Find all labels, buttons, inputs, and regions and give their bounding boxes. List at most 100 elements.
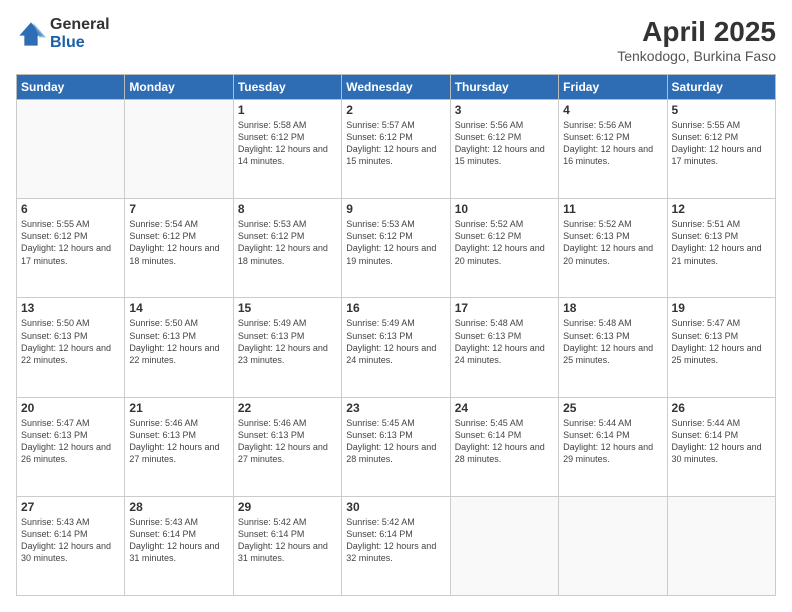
calendar-header: Sunday Monday Tuesday Wednesday Thursday… — [17, 75, 776, 100]
title-block: April 2025 Tenkodogo, Burkina Faso — [617, 16, 776, 64]
day-number: 30 — [346, 500, 445, 514]
calendar-cell: 1 Sunrise: 5:58 AM Sunset: 6:12 PM Daylig… — [233, 100, 341, 199]
day-number: 10 — [455, 202, 554, 216]
week-row-4: 27Sunrise: 5:43 AM Sunset: 6:14 PM Dayli… — [17, 496, 776, 595]
day-info: Sunrise: 5:52 AM Sunset: 6:13 PM Dayligh… — [563, 218, 662, 267]
day-info: Sunrise: 5:42 AM Sunset: 6:14 PM Dayligh… — [238, 516, 337, 565]
calendar-cell: 13 Sunrise: 5:50 AM Sunset: 6:13 PM Dayli… — [17, 298, 125, 397]
calendar-cell: 17 Sunrise: 5:48 AM Sunset: 6:13 PM Dayli… — [450, 298, 558, 397]
calendar-cell: 20 Sunrise: 5:47 AM Sunset: 6:13 PM Dayli… — [17, 397, 125, 496]
calendar-cell: 6 Sunrise: 5:55 AM Sunset: 6:12 PM Daylig… — [17, 199, 125, 298]
header-row: Sunday Monday Tuesday Wednesday Thursday… — [17, 75, 776, 100]
day-number: 29 — [238, 500, 337, 514]
day-number: 21 — [129, 401, 228, 415]
day-number: 26 — [672, 401, 771, 415]
day-info: Sunrise: 5:54 AM Sunset: 6:12 PM Dayligh… — [129, 218, 228, 267]
day-number: 15 — [238, 301, 337, 315]
week-row-1: 6 Sunrise: 5:55 AM Sunset: 6:12 PM Daylig… — [17, 199, 776, 298]
day-info: Sunrise: 5:45 AM Sunset: 6:14 PM Dayligh… — [455, 417, 554, 466]
day-number: 9 — [346, 202, 445, 216]
day-info: Sunrise: 5:49 AM Sunset: 6:13 PM Dayligh… — [238, 317, 337, 366]
logo-text: General Blue — [50, 16, 110, 51]
calendar-cell: 16Sunrise: 5:49 AM Sunset: 6:13 PM Dayli… — [342, 298, 450, 397]
header-wednesday: Wednesday — [342, 75, 450, 100]
day-info: Sunrise: 5:56 AM Sunset: 6:12 PM Dayligh… — [455, 119, 554, 168]
day-info: Sunrise: 5:58 AM Sunset: 6:12 PM Dayligh… — [238, 119, 337, 168]
calendar-cell: 15 Sunrise: 5:49 AM Sunset: 6:13 PM Dayli… — [233, 298, 341, 397]
calendar-cell: 2Sunrise: 5:57 AM Sunset: 6:12 PM Daylig… — [342, 100, 450, 199]
calendar-cell: 27Sunrise: 5:43 AM Sunset: 6:14 PM Dayli… — [17, 496, 125, 595]
day-number: 20 — [21, 401, 120, 415]
day-number: 23 — [346, 401, 445, 415]
day-info: Sunrise: 5:55 AM Sunset: 6:12 PM Dayligh… — [21, 218, 120, 267]
day-number: 13 — [21, 301, 120, 315]
header-tuesday: Tuesday — [233, 75, 341, 100]
day-number: 2 — [346, 103, 445, 117]
calendar-cell: 23 Sunrise: 5:45 AM Sunset: 6:13 PM Dayli… — [342, 397, 450, 496]
day-number: 19 — [672, 301, 771, 315]
day-info: Sunrise: 5:44 AM Sunset: 6:14 PM Dayligh… — [563, 417, 662, 466]
header-friday: Friday — [559, 75, 667, 100]
day-number: 14 — [129, 301, 228, 315]
calendar-cell: 19Sunrise: 5:47 AM Sunset: 6:13 PM Dayli… — [667, 298, 775, 397]
day-number: 25 — [563, 401, 662, 415]
day-number: 1 — [238, 103, 337, 117]
day-number: 28 — [129, 500, 228, 514]
calendar-cell — [559, 496, 667, 595]
calendar-cell — [667, 496, 775, 595]
day-info: Sunrise: 5:46 AM Sunset: 6:13 PM Dayligh… — [129, 417, 228, 466]
day-info: Sunrise: 5:56 AM Sunset: 6:12 PM Dayligh… — [563, 119, 662, 168]
day-info: Sunrise: 5:53 AM Sunset: 6:12 PM Dayligh… — [346, 218, 445, 267]
day-number: 22 — [238, 401, 337, 415]
day-info: Sunrise: 5:45 AM Sunset: 6:13 PM Dayligh… — [346, 417, 445, 466]
header-sunday: Sunday — [17, 75, 125, 100]
calendar-cell: 7 Sunrise: 5:54 AM Sunset: 6:12 PM Daylig… — [125, 199, 233, 298]
day-number: 8 — [238, 202, 337, 216]
calendar-cell: 12 Sunrise: 5:51 AM Sunset: 6:13 PM Dayli… — [667, 199, 775, 298]
calendar-cell — [17, 100, 125, 199]
calendar-cell: 8Sunrise: 5:53 AM Sunset: 6:12 PM Daylig… — [233, 199, 341, 298]
day-info: Sunrise: 5:48 AM Sunset: 6:13 PM Dayligh… — [455, 317, 554, 366]
day-number: 24 — [455, 401, 554, 415]
calendar-cell: 22Sunrise: 5:46 AM Sunset: 6:13 PM Dayli… — [233, 397, 341, 496]
calendar-cell: 10Sunrise: 5:52 AM Sunset: 6:12 PM Dayli… — [450, 199, 558, 298]
calendar-cell: 5Sunrise: 5:55 AM Sunset: 6:12 PM Daylig… — [667, 100, 775, 199]
day-info: Sunrise: 5:55 AM Sunset: 6:12 PM Dayligh… — [672, 119, 771, 168]
calendar-cell: 26Sunrise: 5:44 AM Sunset: 6:14 PM Dayli… — [667, 397, 775, 496]
day-number: 6 — [21, 202, 120, 216]
day-info: Sunrise: 5:48 AM Sunset: 6:13 PM Dayligh… — [563, 317, 662, 366]
day-number: 3 — [455, 103, 554, 117]
calendar-cell: 30 Sunrise: 5:42 AM Sunset: 6:14 PM Dayli… — [342, 496, 450, 595]
page: General Blue April 2025 Tenkodogo, Burki… — [0, 0, 792, 612]
calendar-cell — [450, 496, 558, 595]
calendar-cell: 21 Sunrise: 5:46 AM Sunset: 6:13 PM Dayli… — [125, 397, 233, 496]
day-number: 17 — [455, 301, 554, 315]
day-info: Sunrise: 5:43 AM Sunset: 6:14 PM Dayligh… — [129, 516, 228, 565]
week-row-3: 20 Sunrise: 5:47 AM Sunset: 6:13 PM Dayli… — [17, 397, 776, 496]
day-info: Sunrise: 5:47 AM Sunset: 6:13 PM Dayligh… — [21, 417, 120, 466]
day-info: Sunrise: 5:42 AM Sunset: 6:14 PM Dayligh… — [346, 516, 445, 565]
day-info: Sunrise: 5:50 AM Sunset: 6:13 PM Dayligh… — [21, 317, 120, 366]
calendar-cell: 4 Sunrise: 5:56 AM Sunset: 6:12 PM Daylig… — [559, 100, 667, 199]
logo: General Blue — [16, 16, 110, 51]
subtitle: Tenkodogo, Burkina Faso — [617, 48, 776, 64]
main-title: April 2025 — [617, 16, 776, 48]
week-row-0: 1 Sunrise: 5:58 AM Sunset: 6:12 PM Daylig… — [17, 100, 776, 199]
calendar-cell: 9 Sunrise: 5:53 AM Sunset: 6:12 PM Daylig… — [342, 199, 450, 298]
day-number: 18 — [563, 301, 662, 315]
day-number: 4 — [563, 103, 662, 117]
logo-icon — [16, 19, 46, 49]
logo-general-text: General — [50, 16, 110, 34]
calendar-cell: 24 Sunrise: 5:45 AM Sunset: 6:14 PM Dayli… — [450, 397, 558, 496]
logo-blue-text: Blue — [50, 34, 110, 52]
calendar-cell — [125, 100, 233, 199]
week-row-2: 13 Sunrise: 5:50 AM Sunset: 6:13 PM Dayli… — [17, 298, 776, 397]
day-number: 7 — [129, 202, 228, 216]
day-info: Sunrise: 5:51 AM Sunset: 6:13 PM Dayligh… — [672, 218, 771, 267]
calendar-cell: 28 Sunrise: 5:43 AM Sunset: 6:14 PM Dayli… — [125, 496, 233, 595]
header-thursday: Thursday — [450, 75, 558, 100]
calendar-table: Sunday Monday Tuesday Wednesday Thursday… — [16, 74, 776, 596]
calendar-cell: 18 Sunrise: 5:48 AM Sunset: 6:13 PM Dayli… — [559, 298, 667, 397]
header-monday: Monday — [125, 75, 233, 100]
day-number: 12 — [672, 202, 771, 216]
